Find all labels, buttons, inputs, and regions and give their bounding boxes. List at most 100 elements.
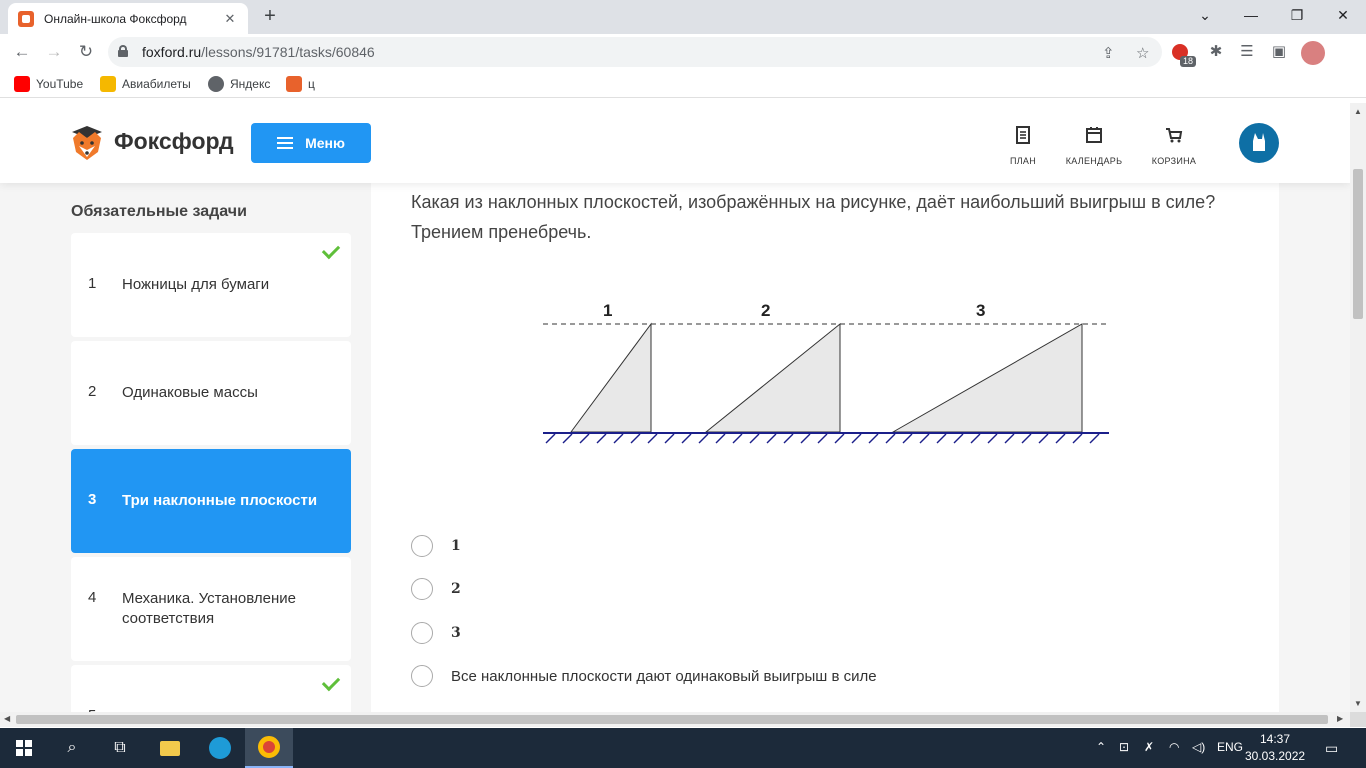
menu-list-icon [277,137,294,149]
scroll-up-arrow-icon[interactable]: ▲ [1354,107,1362,116]
ground-hatch-mark [579,433,590,444]
radio-button[interactable] [411,535,433,557]
back-arrow-icon[interactable]: ← [10,40,34,64]
reload-icon[interactable]: ↻ [74,40,98,64]
minimize-button[interactable]: — [1228,0,1274,30]
task-number: 2 [88,383,97,400]
scroll-right-arrow-icon[interactable]: ▶ [1337,714,1343,723]
tab-search-button[interactable]: ⌄ [1182,0,1228,30]
network-adapter-icon[interactable]: ⊡ [1119,740,1129,754]
ground-hatch-mark [936,433,947,444]
calendar-icon [1086,127,1102,143]
side-panel-icon[interactable]: ▣ [1269,42,1289,62]
youtube-icon [14,76,30,92]
chrome-icon[interactable] [245,728,293,768]
ground-hatch-mark [766,433,777,444]
answer-option-3[interactable]: 3 [411,622,461,644]
cart-icon [1166,128,1183,143]
task-label: Ножницы для бумаги [122,276,270,293]
edge-icon[interactable] [196,728,244,768]
menu-button[interactable]: Меню [251,123,371,163]
new-tab-button[interactable]: + [258,5,282,29]
question-text: Какая из наклонных плоскостей, изображён… [411,192,1216,242]
windows-logo-icon [16,740,32,756]
answer-option-2[interactable]: 2 [411,578,461,600]
address-bar[interactable]: foxford.ru/lessons/91781/tasks/60846 ⇪ ☆ [108,37,1162,67]
ground-hatch-mark [1089,433,1100,444]
nav-cart[interactable]: КОРЗИНА [1139,125,1209,169]
answer-option-4[interactable]: Все наклонные плоскости дают одинаковый … [411,665,877,687]
ground-hatch-mark [800,433,811,444]
sidebar-item-task-3[interactable]: 3 Три наклонные плоскости [71,449,351,553]
checkmark-icon [321,240,341,260]
scroll-down-arrow-icon[interactable]: ▼ [1354,699,1362,708]
clock[interactable]: 14:37 30.03.2022 [1245,731,1305,765]
checkmark-icon [321,672,341,692]
radio-button[interactable] [411,665,433,687]
logo-text[interactable]: Фоксфорд [114,128,234,155]
ground-hatch-mark [562,433,573,444]
radio-button[interactable] [411,622,433,644]
file-explorer-icon[interactable] [146,728,194,768]
browser-tab[interactable]: Онлайн-школа Фоксфорд ✕ [8,3,248,34]
ground-hatch-mark [902,433,913,444]
ground-hatch-mark [596,433,607,444]
ground-hatch-mark [970,433,981,444]
horizontal-scrollbar[interactable]: ◀ ▶ [0,712,1350,727]
sidebar-item-task-2[interactable]: 2 Одинаковые массы [71,341,351,445]
power-icon[interactable]: ✗ [1144,740,1154,754]
puzzle-extensions-icon[interactable]: ✱ [1206,42,1226,62]
bookmark-youtube[interactable]: YouTube [14,76,83,92]
share-icon[interactable]: ⇪ [1102,44,1115,62]
volume-icon[interactable]: ◁) [1192,740,1205,754]
vertical-scroll-thumb[interactable] [1353,169,1363,319]
tab-close-icon[interactable]: ✕ [222,11,238,27]
vertical-scrollbar[interactable]: ▲ ▼ [1350,103,1366,712]
extension-badge: 18 [1180,56,1197,67]
bookmark-yandex[interactable]: Яндекс [208,76,270,92]
scrollbar-corner [1350,712,1366,727]
scroll-left-arrow-icon[interactable]: ◀ [4,714,10,723]
clock-date: 30.03.2022 [1245,749,1306,763]
radio-button[interactable] [411,578,433,600]
nav-plan[interactable]: ПЛАН [988,125,1058,169]
ground-hatch-mark [545,433,556,444]
notifications-icon[interactable]: ▭ [1325,740,1338,757]
fox-logo-icon[interactable] [70,124,104,162]
sidebar-item-task-4[interactable]: 4 Механика. Установление соответствия [71,557,351,661]
ground-hatch-mark [834,433,845,444]
ground-hatch-mark [613,433,624,444]
sidebar-item-task-1[interactable]: 1 Ножницы для бумаги [71,233,351,337]
wifi-icon[interactable]: ◠ [1169,740,1179,754]
task-label: Три наклонные плоскости [122,492,318,509]
forward-arrow-icon[interactable]: → [42,40,66,64]
user-avatar[interactable] [1239,123,1279,163]
profile-avatar[interactable] [1301,41,1325,65]
ground-hatch-mark [715,433,726,444]
bookmark-star-icon[interactable]: ☆ [1136,44,1149,62]
answer-text: 2 [451,581,461,597]
cat-avatar-icon [1253,133,1265,151]
bookmark-ts[interactable]: ц [286,76,315,92]
bookmark-aviabilety[interactable]: Авиабилеты [100,76,191,92]
ground-hatch-mark [1072,433,1083,444]
task-number: 4 [88,589,97,606]
language-indicator[interactable]: ENG [1217,740,1243,754]
search-icon[interactable]: ⌕ [48,728,96,768]
horizontal-scroll-thumb[interactable] [16,715,1328,724]
sidebar-item-task-5[interactable]: 5 [71,665,351,712]
task-label: Одинаковые массы [122,384,258,401]
close-window-button[interactable]: ✕ [1320,0,1366,30]
aviabilety-icon [100,76,116,92]
plan-icon [1016,126,1030,144]
task-view-icon[interactable]: ⧉ [96,728,144,768]
answer-option-1[interactable]: 1 [411,535,461,557]
bookmarks-bar: YouTube Авиабилеты Яндекс ц [0,70,1366,98]
start-button[interactable] [0,728,48,768]
answer-text: Все наклонные плоскости дают одинаковый … [451,667,877,685]
nav-calendar[interactable]: КАЛЕНДАРЬ [1059,125,1129,169]
show-hidden-icons-icon[interactable]: ⌃ [1096,740,1106,754]
media-queue-icon[interactable]: ☰ [1237,42,1257,62]
task-number: 1 [88,275,97,292]
maximize-button[interactable]: ❐ [1274,0,1320,30]
